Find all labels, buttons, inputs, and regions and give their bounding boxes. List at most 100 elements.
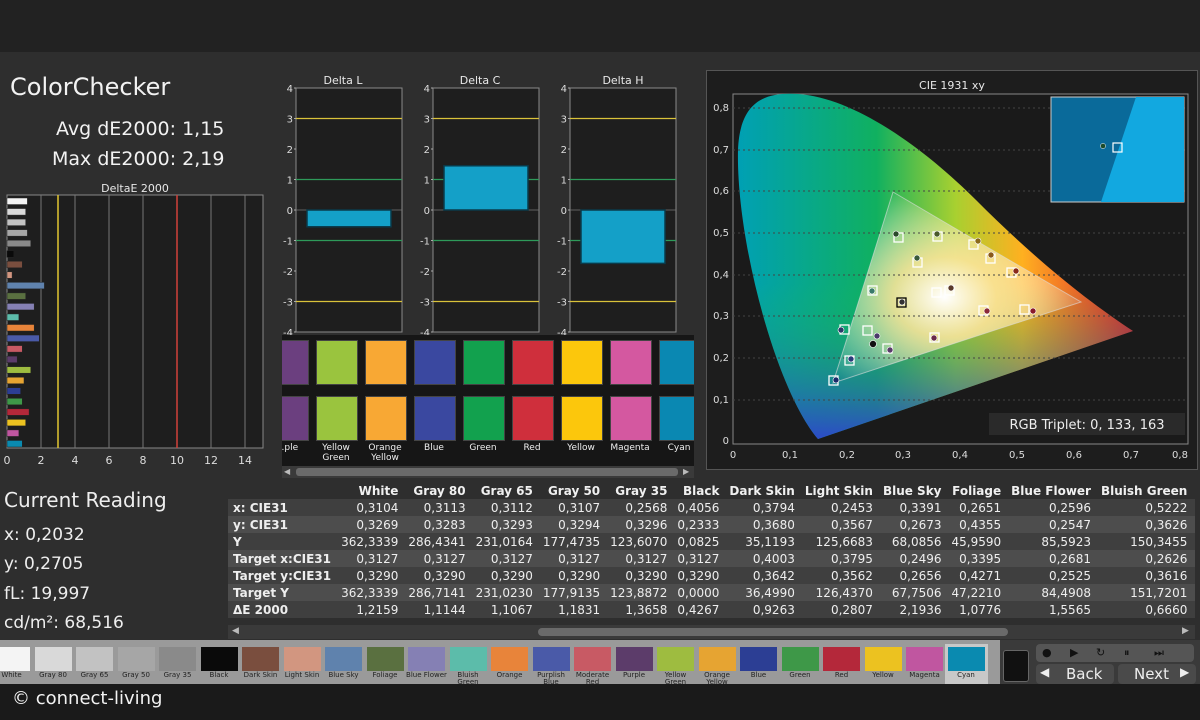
patch-button[interactable]: Purplish Blue (530, 644, 573, 686)
patch-button[interactable]: Gray 50 (115, 644, 158, 684)
deltae-bar (6, 303, 35, 311)
table-column-header[interactable]: Blue Flower (1006, 482, 1096, 499)
back-button[interactable]: ◀ Back (1036, 664, 1114, 684)
next-button[interactable]: Next ▶ (1118, 664, 1196, 684)
swatch-scroll-thumb[interactable] (296, 468, 678, 476)
patch-button[interactable]: Yellow Green (654, 644, 697, 686)
delta-y-tick: -2 (420, 267, 430, 278)
table-column-header[interactable]: Orange (1192, 482, 1195, 499)
patch-label: Blue Sky (328, 671, 359, 679)
table-column-header[interactable]: White (336, 482, 403, 499)
patch-button[interactable]: Cyan (944, 644, 988, 684)
table-cell: 0,0825 (672, 533, 725, 550)
patch-button[interactable]: Magenta (903, 644, 946, 684)
swatch-label: Red (523, 443, 541, 453)
table-column-header[interactable]: Dark Skin (724, 482, 799, 499)
table-cell: 0,3269 (336, 516, 404, 533)
table-row-label: x: CIE31 (228, 499, 337, 516)
table-column-header[interactable]: Gray 65 (471, 482, 538, 499)
patch-button[interactable]: Yellow (862, 644, 905, 684)
patch-swatch (408, 647, 445, 671)
delta-bar (306, 209, 392, 228)
loop-icon[interactable]: ↻ (1096, 646, 1105, 659)
cie-x-ticks: 0 0,1 0,2 0,3 0,4 0,5 0,6 0,7 0,8 (730, 450, 1188, 461)
swatch-target (316, 396, 358, 441)
table-cell: 0,3127 (470, 550, 538, 567)
table-scrollbar[interactable]: ◀ ▶ (228, 625, 1195, 639)
patch-button[interactable]: Moderate Red (571, 644, 614, 686)
table-cell: 0,2626 (1095, 550, 1193, 567)
table-cell: 0,9263 (724, 601, 800, 618)
patch-button[interactable]: Orange (488, 644, 531, 684)
table-row: x: CIE31 0,3104 0,3113 0,3112 0,3107 0,2568 0,… (228, 499, 1195, 516)
table-column-header[interactable]: Blue Sky (878, 482, 947, 499)
delta-y-tick: -3 (283, 298, 293, 309)
patch-button[interactable]: Blue Sky (322, 644, 365, 684)
reading-fl: fL: 19,997 (4, 584, 91, 604)
patch-button[interactable]: Gray 35 (156, 644, 199, 684)
table-body: x: CIE31 0,3104 0,3113 0,3112 0,3107 0,2568 0,… (228, 499, 1195, 618)
patch-button[interactable]: Bluish Green (447, 644, 490, 686)
table-column-header[interactable]: Gray 50 (538, 482, 605, 499)
patch-swatch (283, 647, 321, 671)
patch-button[interactable]: Foliage (364, 644, 407, 684)
deltae-bar (6, 345, 23, 353)
deltae-bar (6, 239, 32, 247)
table-column-header[interactable]: Bluish Green (1096, 482, 1192, 499)
table-cell: 151,7201 (1095, 584, 1193, 601)
play-icon[interactable]: ▶ (1070, 646, 1078, 659)
table-cell: 0,4113 (1192, 516, 1195, 533)
pause-icon[interactable]: ⏸ (1124, 646, 1130, 660)
patch-swatch (0, 647, 30, 671)
delta-l-title: Delta L (324, 74, 364, 87)
table-cell: 177,4735 (537, 533, 606, 550)
table-column-header[interactable]: Gray 80 (403, 482, 470, 499)
stop-icon[interactable]: ● (1042, 646, 1052, 659)
deltae-bar (6, 366, 32, 374)
table-column-header[interactable]: Foliage (947, 482, 1007, 499)
patch-button[interactable]: Blue Flower (405, 644, 448, 684)
patch-button[interactable]: Black (198, 644, 241, 684)
patch-swatch (76, 647, 113, 671)
swatch-target (282, 396, 309, 441)
next-icon[interactable]: ⏭ (1154, 646, 1164, 660)
swatch-scrollbar[interactable]: ◀ ▶ (282, 466, 694, 478)
table-scroll-thumb[interactable] (538, 628, 1008, 636)
scroll-left-icon[interactable]: ◀ (284, 468, 290, 476)
patch-button[interactable]: Purple (613, 644, 656, 684)
table-cell: 0,3293 (470, 516, 538, 533)
patch-button[interactable]: Orange Yellow (696, 644, 739, 686)
deltae-x-ticks: 0 2 4 6 8 10 12 14 (4, 454, 253, 467)
deltae-bar (6, 229, 28, 237)
table-column-header[interactable]: Light Skin (800, 482, 878, 499)
table-cell: 0,3626 (1095, 516, 1193, 533)
patch-button[interactable]: Light Skin (281, 644, 324, 684)
patch-button[interactable]: White (0, 644, 33, 684)
patch-button[interactable]: Green (779, 644, 822, 684)
deltae-bar (6, 218, 26, 226)
table-cell: 0,2525 (1006, 567, 1096, 584)
patch-button[interactable]: Dark Skin (239, 644, 282, 684)
deltae-bar (6, 334, 40, 342)
table-column-header[interactable]: Gray 35 (605, 482, 672, 499)
patch-button[interactable]: Gray 80 (32, 644, 75, 684)
stop-toggle[interactable] (1003, 650, 1029, 682)
patch-button[interactable]: Blue (737, 644, 780, 684)
scroll-right-icon[interactable]: ▶ (683, 468, 689, 476)
table-column-header[interactable] (228, 482, 336, 499)
table-scroll-left-icon[interactable]: ◀ (232, 627, 239, 636)
patch-button[interactable]: Red (820, 644, 863, 684)
swatch-label: Blue (424, 443, 444, 453)
table-column-header[interactable]: Black (672, 482, 724, 499)
patch-button[interactable]: Gray 65 (73, 644, 116, 684)
table-cell: 0,2681 (1006, 550, 1096, 567)
patch-swatch (615, 647, 653, 671)
table-row-label: Target x:CIE31 (228, 550, 337, 567)
current-reading-panel: Current Reading x: 0,2032 y: 0,2705 fL: … (4, 488, 224, 638)
swatch-item: Magenta (607, 335, 653, 465)
table-row-label: y: CIE31 (228, 516, 337, 533)
playback-bar: ● ▶ ↻ ⏸ ⏭ (1036, 644, 1194, 662)
table-cell: 0,3127 (605, 550, 673, 567)
table-scroll-right-icon[interactable]: ▶ (1182, 627, 1189, 636)
patch-swatch (366, 647, 404, 671)
